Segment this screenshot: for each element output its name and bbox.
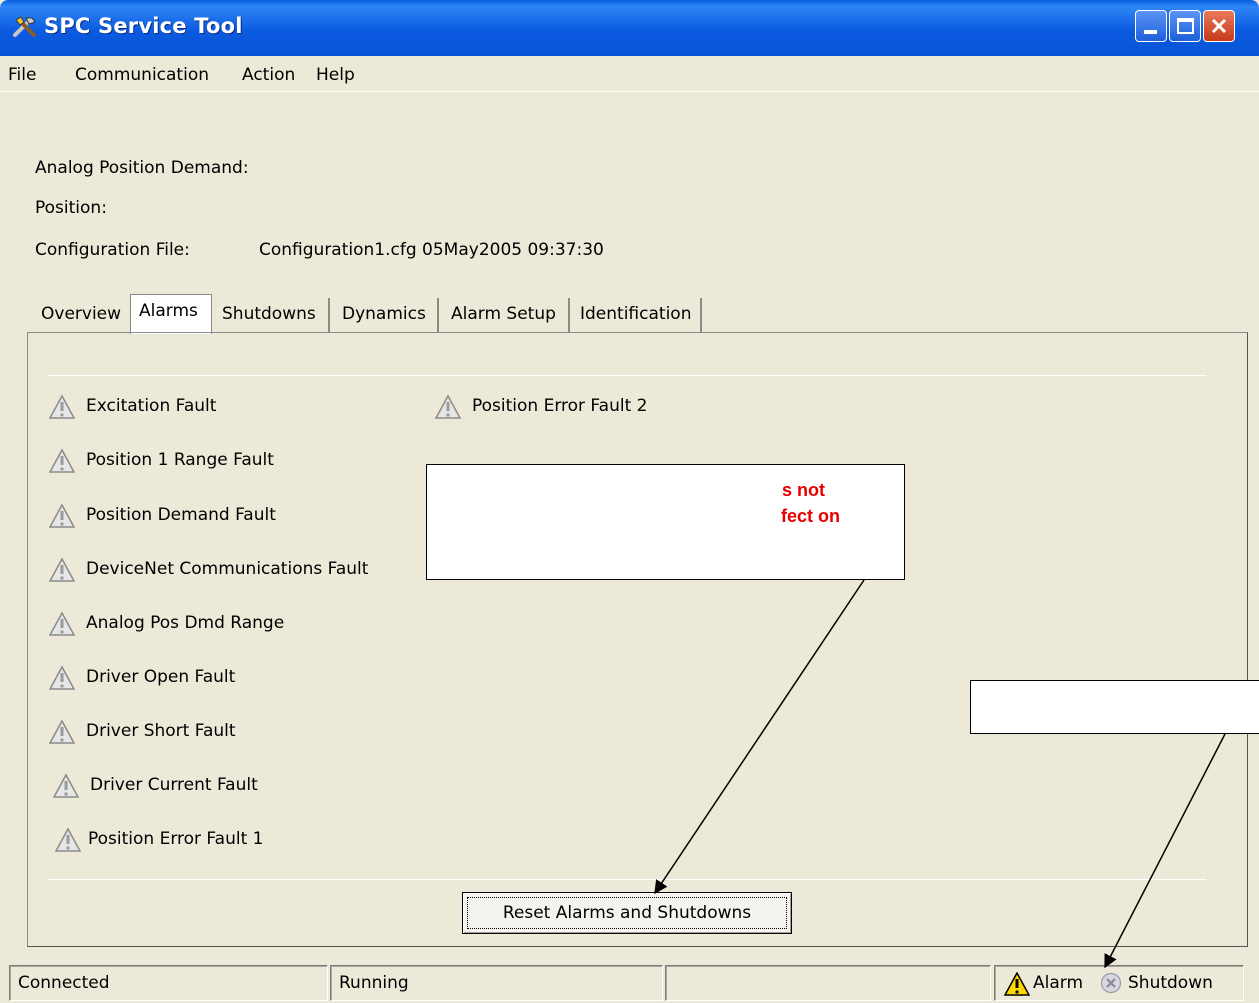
warning-icon <box>48 503 76 528</box>
configuration-file-value: Configuration1.cfg 05May2005 09:37:30 <box>259 240 604 260</box>
menu-communication[interactable]: Communication <box>75 65 209 85</box>
alarm-warning-icon <box>1004 972 1030 996</box>
minimize-icon <box>1144 30 1157 34</box>
reset-alarms-button[interactable]: Reset Alarms and Shutdowns <box>462 892 792 934</box>
alarm-label: Driver Open Fault <box>86 667 236 687</box>
alarm-label: Position Error Fault 1 <box>88 829 264 849</box>
tools-icon <box>13 16 36 37</box>
warning-icon <box>48 448 76 473</box>
status-empty <box>665 965 991 1001</box>
analog-position-demand-label: Analog Position Demand: <box>35 158 249 178</box>
configuration-file-label: Configuration File: <box>35 240 190 260</box>
app-window: SPC Service Tool File Communication Acti… <box>0 0 1259 1003</box>
warning-icon <box>52 773 80 798</box>
alarm-label: Driver Current Fault <box>90 775 258 795</box>
warning-icon <box>48 719 76 744</box>
top-separator <box>48 375 1206 376</box>
menu-bar: File Communication Action Help <box>0 56 1259 92</box>
alarm-label: Position Demand Fault <box>86 505 276 525</box>
minimize-button[interactable] <box>1135 10 1167 42</box>
warning-icon <box>48 557 76 582</box>
alarm-label: DeviceNet Communications Fault <box>86 559 369 579</box>
alarm-label: Position 1 Range Fault <box>86 450 274 470</box>
bottom-separator <box>48 879 1206 880</box>
alarm-label: Position Error Fault 2 <box>472 396 648 416</box>
tab-identification[interactable]: Identification <box>572 298 702 332</box>
alarm-label: Analog Pos Dmd Range <box>86 613 285 633</box>
position-label: Position: <box>35 198 107 218</box>
alarm-indicator-label: Alarm <box>1033 973 1084 993</box>
maximize-button[interactable] <box>1169 10 1201 42</box>
reset-alarms-label: Reset Alarms and Shutdowns <box>467 897 787 929</box>
annotation-callout-box-small <box>970 680 1259 734</box>
tab-alarms[interactable]: Alarms <box>130 294 212 334</box>
menu-file[interactable]: File <box>8 65 36 85</box>
close-icon <box>1211 18 1227 34</box>
title-bar[interactable]: SPC Service Tool <box>0 0 1259 56</box>
callout-text-line1: s not <box>782 480 825 500</box>
tab-shutdowns[interactable]: Shutdowns <box>214 298 330 332</box>
warning-icon <box>48 394 76 419</box>
status-indicators: Alarm Shutdown <box>994 965 1244 1001</box>
close-button[interactable] <box>1203 10 1235 42</box>
menu-action[interactable]: Action <box>242 65 295 85</box>
tab-overview[interactable]: Overview <box>33 298 128 332</box>
status-state: Running <box>330 965 663 1001</box>
maximize-icon <box>1177 18 1194 34</box>
callout-text-line2: fect on <box>781 506 841 526</box>
warning-icon <box>434 394 462 419</box>
tab-dynamics[interactable]: Dynamics <box>334 298 439 332</box>
window-title: SPC Service Tool <box>44 14 243 38</box>
status-connection: Connected <box>9 965 328 1001</box>
shutdown-indicator-label: Shutdown <box>1128 973 1213 993</box>
warning-icon <box>54 827 82 852</box>
warning-icon <box>48 611 76 636</box>
alarm-label: Excitation Fault <box>86 396 217 416</box>
alarm-label: Driver Short Fault <box>86 721 236 741</box>
shutdown-icon <box>1100 972 1122 994</box>
tab-alarm-setup[interactable]: Alarm Setup <box>443 298 570 332</box>
warning-icon <box>48 665 76 690</box>
menu-help[interactable]: Help <box>316 65 355 85</box>
alarms-tab-panel <box>27 332 1248 947</box>
